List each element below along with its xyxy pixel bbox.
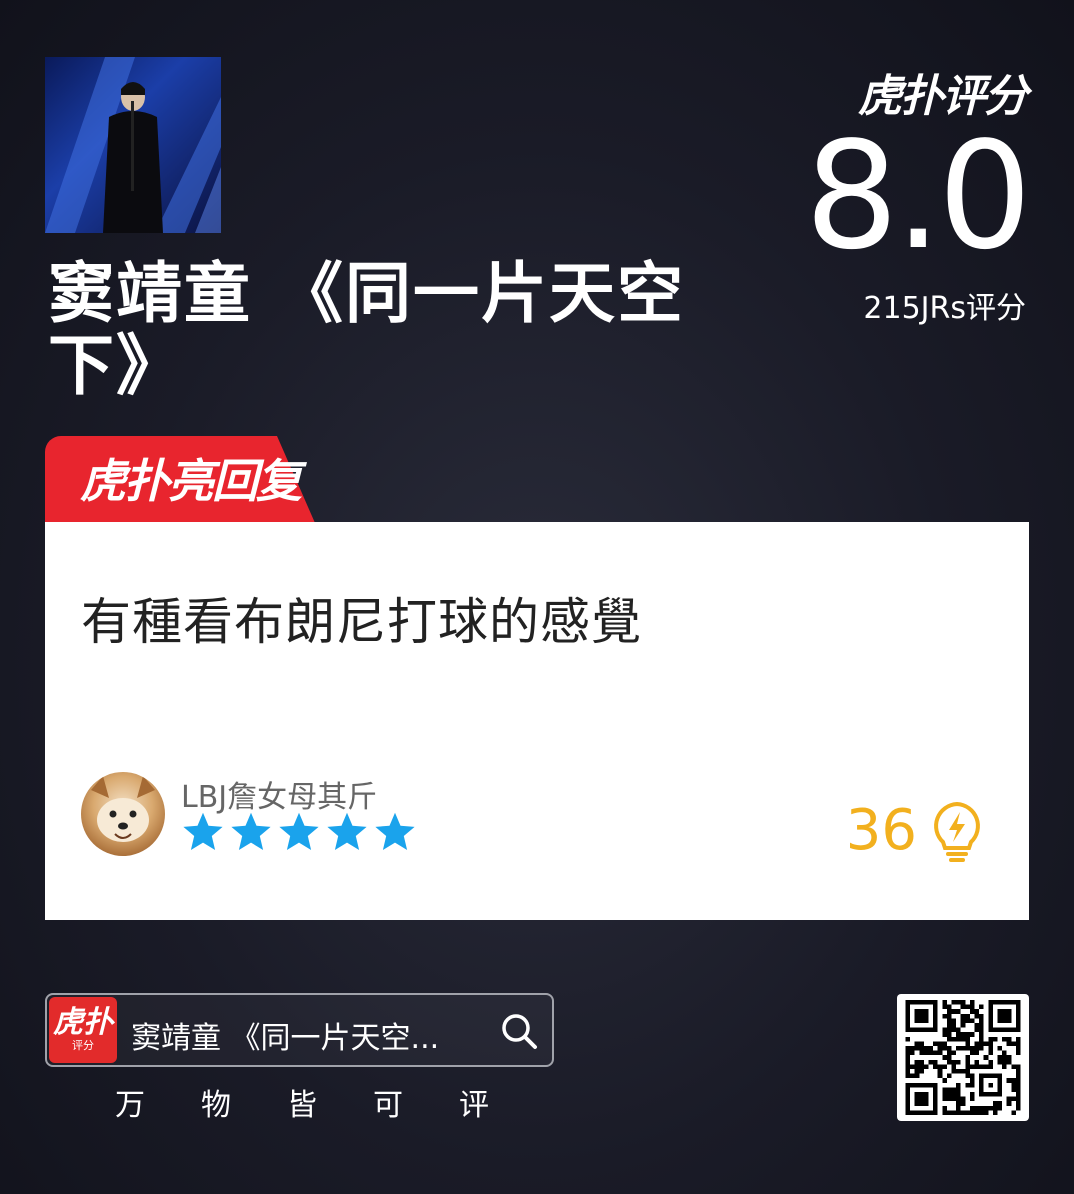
avatar[interactable]: [81, 772, 165, 856]
slogan-char: 物: [201, 1088, 231, 1123]
search-query[interactable]: 窦靖童 《同一片天空...: [131, 1013, 439, 1057]
page-title: 窦靖童 《同一片天空下》: [48, 255, 685, 404]
comment-card[interactable]: 有種看布朗尼打球的感覺 LBJ詹女母其斤 36: [45, 522, 1029, 920]
slogan-char: 可: [373, 1088, 403, 1123]
like-count: 36: [845, 798, 917, 863]
star-rating: [181, 810, 417, 854]
cover-image: [45, 57, 221, 233]
star-icon: [375, 812, 415, 850]
app-icon[interactable]: 虎扑 评分: [49, 997, 117, 1063]
lightbulb-icon[interactable]: [929, 800, 985, 864]
slogan-char: 评: [459, 1088, 489, 1123]
star-icon: [183, 812, 223, 850]
comment-text: 有種看布朗尼打球的感覺: [81, 593, 642, 651]
singer-photo: [45, 57, 221, 233]
highlight-tag-label: 虎扑亮回复: [80, 454, 302, 508]
app-icon-sublabel: 评分: [72, 1039, 94, 1052]
search-bar[interactable]: 虎扑 评分 窦靖童 《同一片天空...: [45, 993, 554, 1067]
search-icon[interactable]: [500, 1012, 538, 1050]
app-icon-label: 虎扑: [53, 1005, 113, 1040]
star-icon: [327, 812, 367, 850]
rating-count: 215JRs评分: [863, 291, 1026, 326]
qr-code-graphic: [905, 1000, 1021, 1115]
slogan-char: 万: [115, 1088, 145, 1123]
star-icon: [279, 812, 319, 850]
star-icon: [231, 812, 271, 850]
qr-code: [897, 994, 1029, 1121]
slogan: 万物皆可评: [115, 1080, 489, 1124]
score-value: 8.0: [804, 110, 1032, 282]
slogan-char: 皆: [287, 1088, 317, 1123]
